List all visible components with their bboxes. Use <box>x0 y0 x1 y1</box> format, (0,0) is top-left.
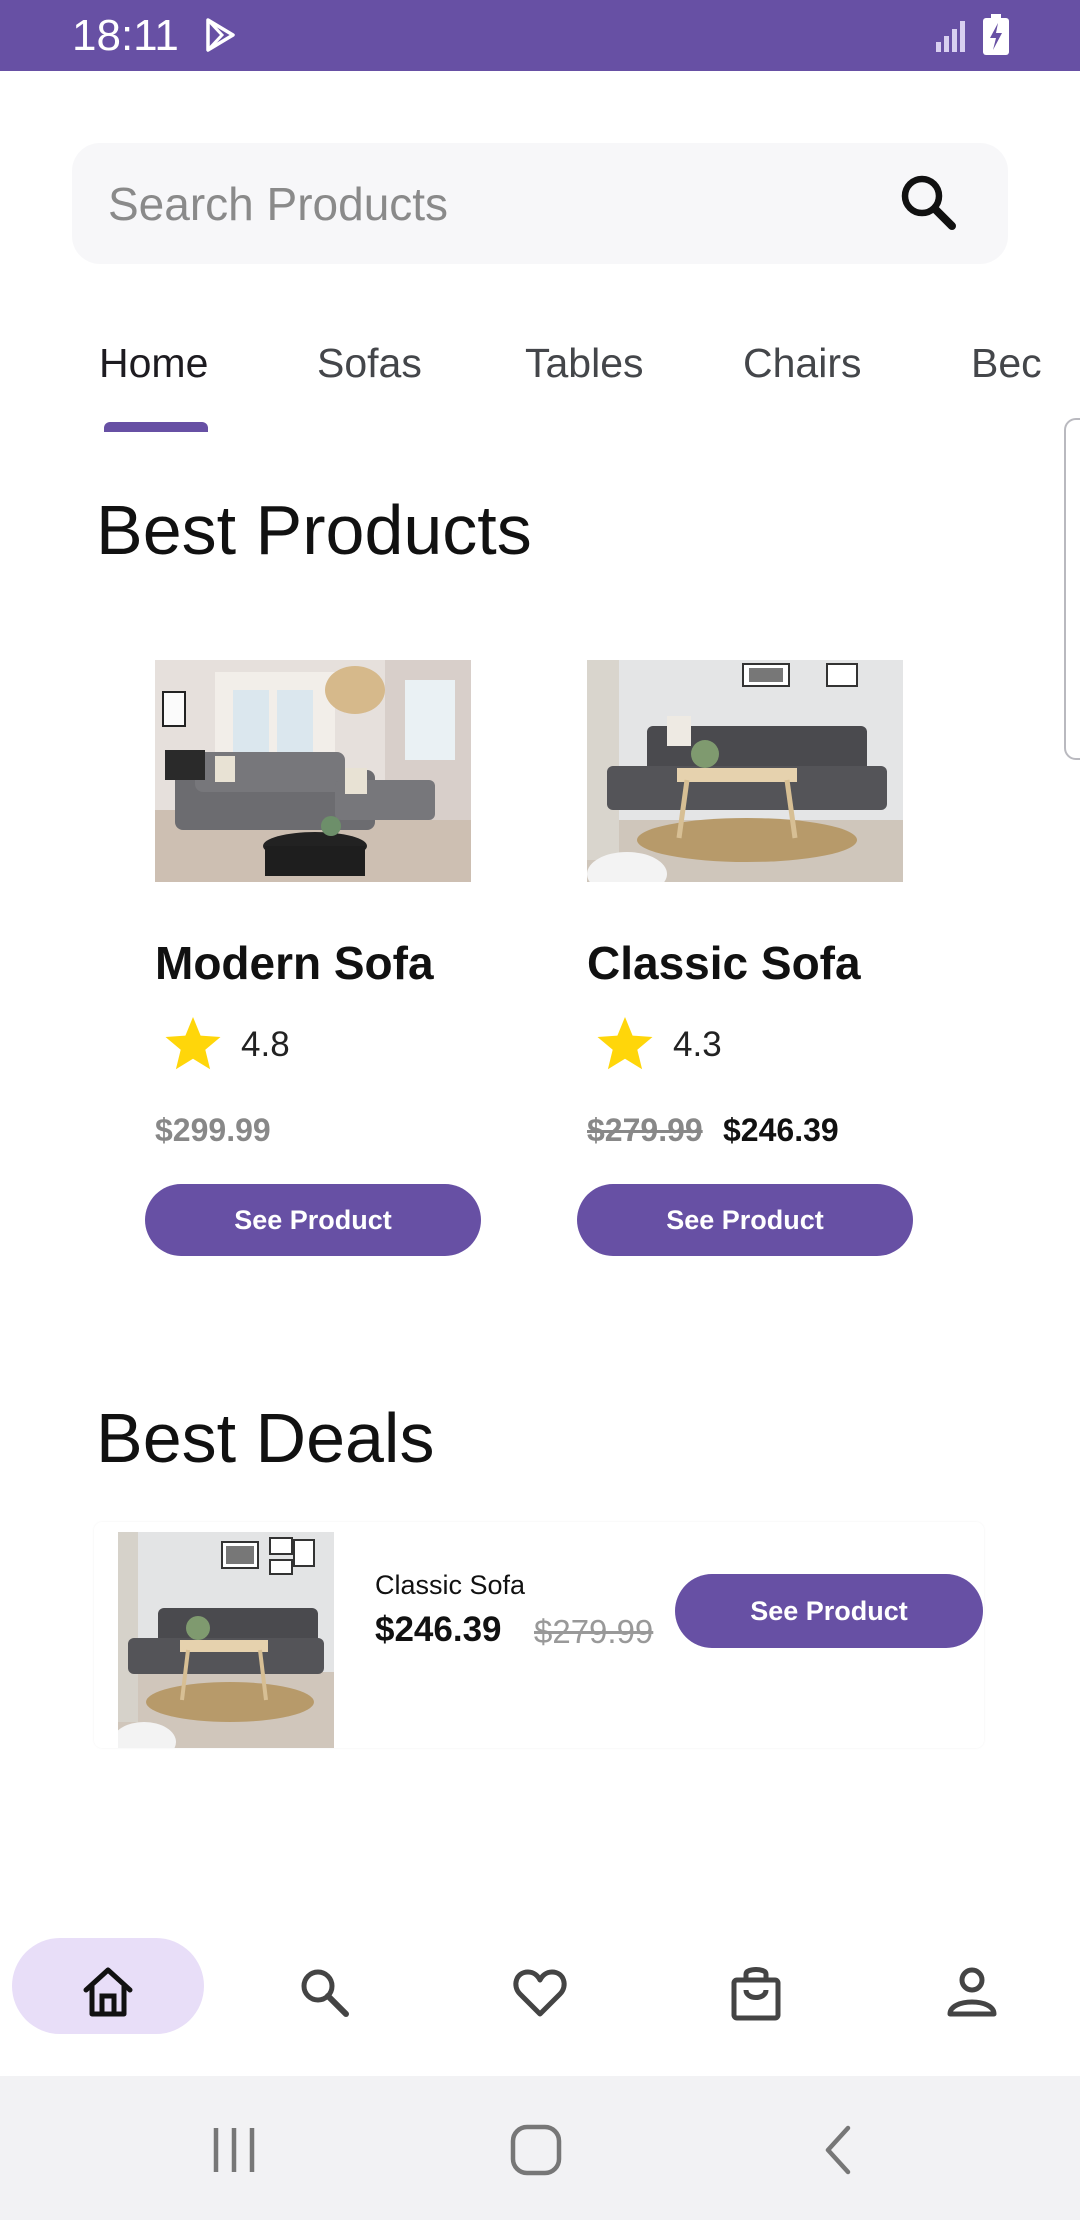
category-tabs: Home Sofas Tables Chairs Bec <box>0 320 1080 435</box>
product-rating: 4.3 <box>673 1025 722 1064</box>
bottom-navigation <box>0 1920 1080 2076</box>
home-icon[interactable] <box>78 1962 138 2022</box>
product-card: Modern Sofa 4.8 $299.99 See Product <box>145 660 485 1260</box>
product-card: Classic Sofa 4.3 $279.99 $246.39 See Pro… <box>577 660 917 1260</box>
product-image-modern-sofa[interactable] <box>155 660 471 882</box>
best-deals-title: Best Deals <box>96 1399 435 1477</box>
tab-beds[interactable]: Bec <box>971 338 1042 388</box>
deal-old-price: $279.99 <box>534 1613 654 1650</box>
tab-tables[interactable]: Tables <box>525 338 644 388</box>
signal-icon <box>936 21 965 52</box>
star-icon <box>165 1017 221 1070</box>
status-bar: 18:11 <box>0 0 1080 71</box>
search-input[interactable]: Search Products <box>72 143 1008 264</box>
search-button[interactable] <box>888 162 972 246</box>
heart-icon[interactable] <box>510 1962 570 2022</box>
recent-apps-icon[interactable] <box>206 2122 266 2178</box>
see-product-button[interactable]: See Product <box>577 1184 913 1256</box>
home-button-icon[interactable] <box>508 2122 564 2178</box>
best-products-title: Best Products <box>96 491 532 569</box>
deal-row: Classic Sofa $246.39 $279.99 See Product <box>94 1522 984 1748</box>
product-price: $299.99 <box>155 1112 271 1148</box>
search-placeholder: Search Products <box>108 178 449 230</box>
product-image-classic-sofa[interactable] <box>587 660 903 882</box>
deal-name: Classic Sofa <box>375 1570 526 1600</box>
product-price: $246.39 <box>723 1112 839 1148</box>
tab-home[interactable]: Home <box>99 338 208 388</box>
deal-price: $246.39 <box>375 1610 502 1649</box>
product-name: Classic Sofa <box>587 937 861 989</box>
search-icon <box>901 175 956 230</box>
tab-chairs[interactable]: Chairs <box>743 338 861 388</box>
see-product-button[interactable]: See Product <box>675 1574 983 1648</box>
see-product-button[interactable]: See Product <box>145 1184 481 1256</box>
tab-indicator <box>104 422 208 432</box>
star-icon <box>597 1017 653 1070</box>
profile-icon[interactable] <box>942 1962 1002 2022</box>
product-rating: 4.8 <box>241 1025 290 1064</box>
play-store-icon <box>206 18 235 52</box>
deal-image-classic-sofa[interactable] <box>118 1532 334 1748</box>
back-icon[interactable] <box>818 2122 858 2178</box>
status-time: 18:11 <box>72 11 179 60</box>
app-screen: 18:11 Search Products Home Sofas Tables <box>0 0 1080 2220</box>
product-old-price: $279.99 <box>587 1112 703 1148</box>
shopping-bag-icon[interactable] <box>726 1962 786 2022</box>
search-icon[interactable] <box>294 1962 354 2022</box>
system-navigation-bar <box>0 2076 1080 2220</box>
tab-sofas[interactable]: Sofas <box>317 338 422 388</box>
side-panel-handle[interactable] <box>1064 418 1080 760</box>
battery-charging-icon <box>983 14 1009 55</box>
product-name: Modern Sofa <box>155 937 434 989</box>
